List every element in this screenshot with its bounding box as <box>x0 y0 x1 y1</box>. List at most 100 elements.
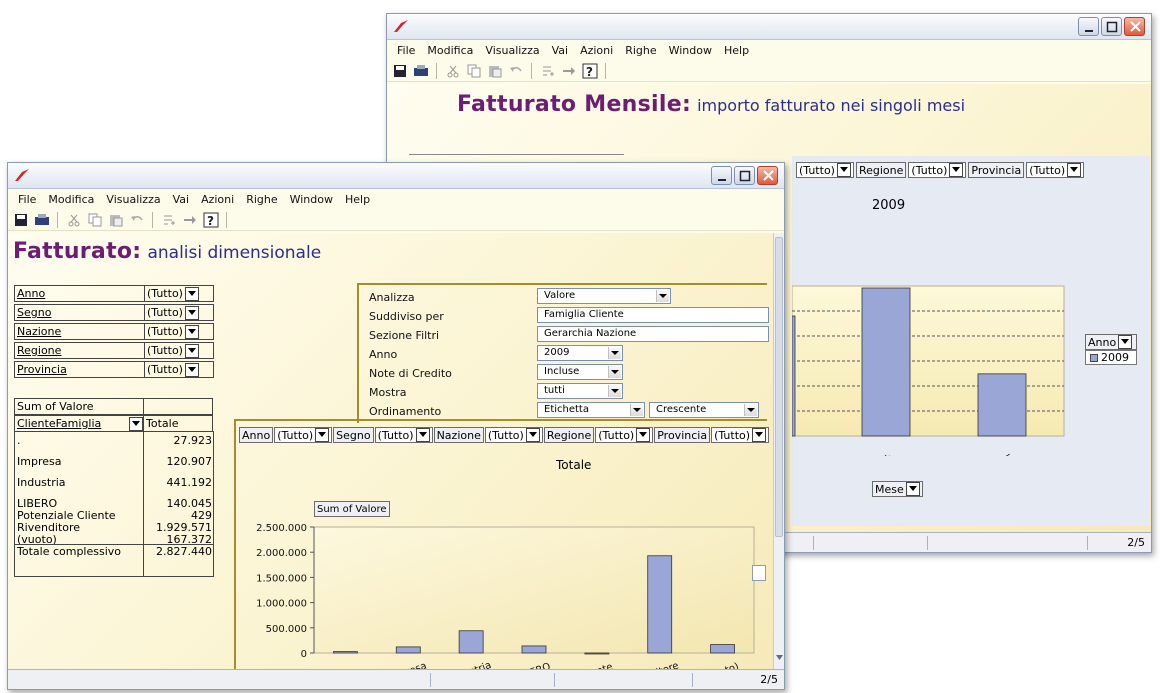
mostra-select[interactable]: tutti <box>537 383 623 399</box>
sezione-filtri-field[interactable]: Gerarchia Nazione <box>537 326 769 342</box>
copy-icon[interactable] <box>86 212 103 228</box>
left-filter-panel: Anno (Tutto) Segno (Tutto) Nazione (Tutto) … <box>14 285 224 380</box>
cut-icon[interactable] <box>65 212 82 228</box>
chart-filter-anno-value[interactable]: (Tutto) <box>274 427 333 443</box>
menu-righe[interactable]: Righe <box>240 193 283 206</box>
minimize-button[interactable] <box>1078 17 1099 36</box>
help-icon[interactable]: ? <box>202 212 219 228</box>
move-right-icon[interactable] <box>181 212 198 228</box>
dropdown-arrow-icon[interactable] <box>184 305 199 320</box>
filter-nazione[interactable]: Nazione (Tutto) <box>14 323 214 340</box>
scrollbar-thumb[interactable] <box>775 237 783 537</box>
dropdown-arrow-icon[interactable] <box>315 428 330 442</box>
chart-filter-nazione-value[interactable]: (Tutto) <box>484 427 543 443</box>
filter-segno[interactable]: Segno (Tutto) <box>14 304 214 321</box>
dropdown-arrow-icon[interactable] <box>949 163 964 177</box>
insert-row-icon[interactable] <box>160 212 177 228</box>
menu-visualizza[interactable]: Visualizza <box>100 193 166 206</box>
menu-window[interactable]: Window <box>284 193 339 206</box>
sum-of-valore-button[interactable]: Sum of Valore <box>314 501 390 517</box>
save-icon[interactable] <box>391 63 408 79</box>
menu-file[interactable]: File <box>391 44 421 57</box>
menu-help[interactable]: Help <box>339 193 376 206</box>
dropdown-arrow-icon[interactable] <box>415 428 430 442</box>
menu-visualizza[interactable]: Visualizza <box>479 44 545 57</box>
dropdown-arrow-icon[interactable] <box>1118 335 1133 349</box>
ordine-direzione-select[interactable]: Crescente <box>649 402 759 418</box>
front-content: Fatturato: analisi dimensionale Anno (Tut… <box>8 233 773 685</box>
save-icon[interactable] <box>12 212 29 228</box>
filter-provincia[interactable]: Provincia (Tutto) <box>14 361 214 378</box>
suddiviso-field[interactable]: Famiglia Cliente <box>537 307 769 323</box>
menu-modifica[interactable]: Modifica <box>421 44 479 57</box>
bar <box>977 373 1027 437</box>
undo-icon[interactable] <box>128 212 145 228</box>
filter-regione[interactable]: Regione (Tutto) <box>14 342 214 359</box>
analizza-select[interactable]: Valore <box>537 288 671 304</box>
paste-icon[interactable] <box>107 212 124 228</box>
note-credito-select[interactable]: Incluse <box>537 364 623 380</box>
front-titlebar[interactable] <box>8 163 784 189</box>
undo-icon[interactable] <box>507 63 524 79</box>
menu-window[interactable]: Window <box>663 44 718 57</box>
back-titlebar[interactable] <box>387 14 1151 40</box>
dropdown-arrow-icon[interactable] <box>744 404 757 416</box>
chart-filter-provincia-value[interactable]: (Tutto) <box>711 427 770 443</box>
dropdown-arrow-icon[interactable] <box>184 362 199 377</box>
dropdown-arrow-icon[interactable] <box>608 366 621 378</box>
bar <box>458 630 484 654</box>
legend-title[interactable]: Anno <box>1085 334 1137 350</box>
vertical-scrollbar[interactable] <box>773 233 784 669</box>
menu-vai[interactable]: Vai <box>546 44 574 57</box>
back-filter-provincia-value[interactable]: (Tutto) <box>1026 162 1085 178</box>
dropdown-arrow-icon[interactable] <box>129 416 143 431</box>
dropdown-arrow-icon[interactable] <box>836 163 851 177</box>
menu-help[interactable]: Help <box>718 44 755 57</box>
dropdown-arrow-icon[interactable] <box>608 347 621 359</box>
dropdown-arrow-icon[interactable] <box>184 343 199 358</box>
pivot-data-field[interactable]: Sum of Valore <box>14 398 144 415</box>
cut-icon[interactable] <box>444 63 461 79</box>
mese-axis-button[interactable]: Mese <box>872 481 923 497</box>
menu-azioni[interactable]: Azioni <box>195 193 240 206</box>
print-icon[interactable] <box>412 63 429 79</box>
dropdown-arrow-icon[interactable] <box>608 385 621 397</box>
dropdown-arrow-icon[interactable] <box>636 428 651 442</box>
dropdown-arrow-icon[interactable] <box>1067 163 1082 177</box>
chart-filter-regione-value[interactable]: (Tutto) <box>595 427 654 443</box>
insert-row-icon[interactable] <box>539 63 556 79</box>
ordinamento-select[interactable]: Etichetta <box>537 402 645 418</box>
menu-file[interactable]: File <box>12 193 42 206</box>
dropdown-arrow-icon[interactable] <box>905 482 920 496</box>
paste-icon[interactable] <box>486 63 503 79</box>
dropdown-arrow-icon[interactable] <box>184 286 199 301</box>
menu-righe[interactable]: Righe <box>619 44 662 57</box>
back-divider <box>409 154 624 155</box>
dropdown-arrow-icon[interactable] <box>630 404 643 416</box>
chart-filter-segno-value[interactable]: (Tutto) <box>374 427 433 443</box>
close-button[interactable] <box>757 166 778 185</box>
param-label: Ordinamento <box>369 405 442 418</box>
close-button[interactable] <box>1124 17 1145 36</box>
maximize-button[interactable] <box>734 166 755 185</box>
move-right-icon[interactable] <box>560 63 577 79</box>
back-filter-regione-value[interactable]: (Tutto) <box>908 162 967 178</box>
scroll-down-icon[interactable] <box>774 653 785 663</box>
pivot-row-field[interactable]: ClienteFamiglia <box>14 415 144 432</box>
back-filter-value-1[interactable]: (Tutto) <box>796 162 854 178</box>
dropdown-arrow-icon[interactable] <box>752 428 767 442</box>
maximize-button[interactable] <box>1101 17 1122 36</box>
copy-icon[interactable] <box>465 63 482 79</box>
dropdown-arrow-icon[interactable] <box>656 290 669 302</box>
menu-modifica[interactable]: Modifica <box>42 193 100 206</box>
dropdown-arrow-icon[interactable] <box>184 324 199 339</box>
front-statusbar: 2/5 <box>8 669 784 689</box>
minimize-button[interactable] <box>711 166 732 185</box>
anno-select[interactable]: 2009 <box>537 345 623 361</box>
dropdown-arrow-icon[interactable] <box>525 428 540 442</box>
menu-vai[interactable]: Vai <box>167 193 195 206</box>
menu-azioni[interactable]: Azioni <box>574 44 619 57</box>
help-icon[interactable]: ? <box>581 63 598 79</box>
filter-anno[interactable]: Anno (Tutto) <box>14 285 214 302</box>
print-icon[interactable] <box>33 212 50 228</box>
